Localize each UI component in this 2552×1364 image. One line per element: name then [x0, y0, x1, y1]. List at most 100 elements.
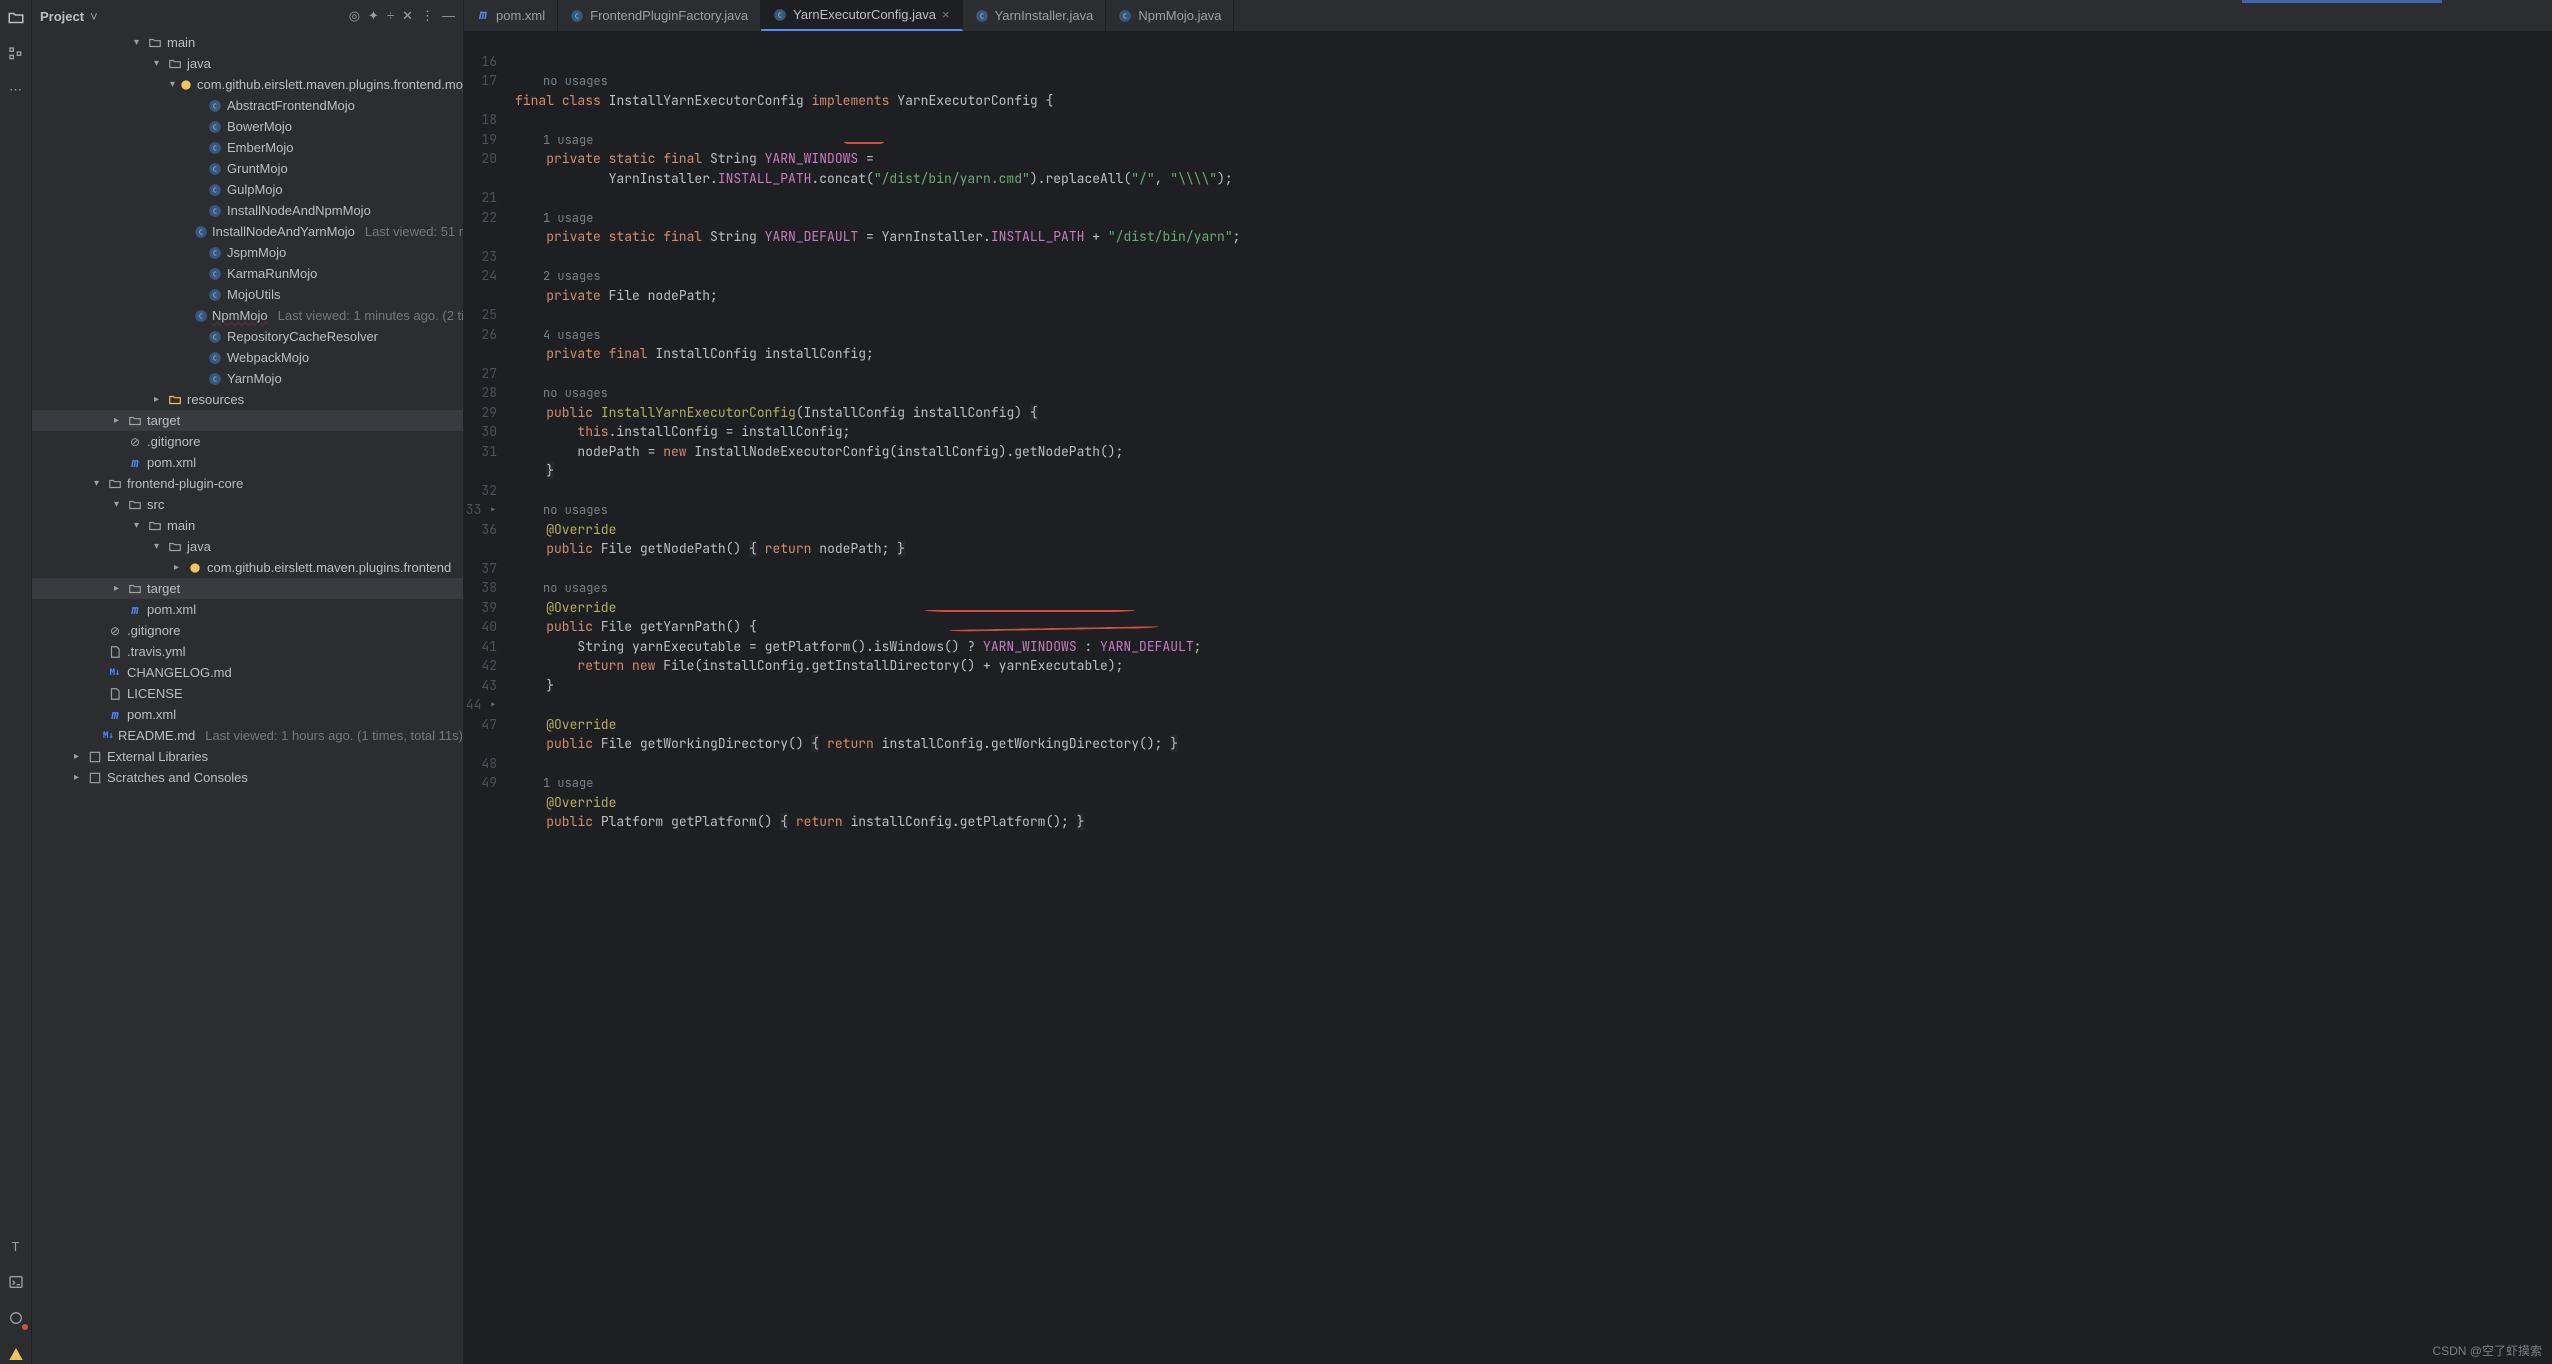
- tree-item[interactable]: CYarnMojo: [32, 368, 463, 389]
- tree-item-label: Scratches and Consoles: [107, 770, 248, 785]
- tree-item[interactable]: CNpmMojoLast viewed: 1 minutes ago. (2 t…: [32, 305, 463, 326]
- tree-item[interactable]: CInstallNodeAndYarnMojoLast viewed: 51 m…: [32, 221, 463, 242]
- hide-icon[interactable]: —: [442, 8, 455, 24]
- m-icon: m: [127, 602, 143, 618]
- text-tool-icon[interactable]: T: [6, 1236, 26, 1256]
- class-icon: C: [194, 224, 208, 240]
- usage-hint: 1 usage: [515, 210, 593, 226]
- tree-item[interactable]: mpom.xml: [32, 452, 463, 473]
- project-title[interactable]: Project: [40, 9, 84, 24]
- svg-text:C: C: [575, 12, 579, 20]
- project-chevron-icon[interactable]: ˅: [90, 9, 98, 24]
- tree-item[interactable]: ▾java: [32, 536, 463, 557]
- tree-item-label: .travis.yml: [127, 644, 186, 659]
- chevron-icon[interactable]: ▸: [70, 751, 83, 762]
- warning-tool-icon[interactable]: [6, 1344, 26, 1364]
- editor[interactable]: 161718192021222324252627282930313233 ▸36…: [464, 32, 2552, 1364]
- collapse-all-icon[interactable]: ÷: [387, 8, 394, 24]
- tree-item[interactable]: .travis.yml: [32, 641, 463, 662]
- folder-icon: [167, 392, 183, 408]
- tree-item[interactable]: CJspmMojo: [32, 242, 463, 263]
- tree-item[interactable]: ▸target: [32, 410, 463, 431]
- chevron-icon[interactable]: ▸: [110, 583, 123, 594]
- tree-item[interactable]: ⊘.gitignore: [32, 431, 463, 452]
- chevron-icon[interactable]: ▾: [170, 79, 175, 90]
- tree-item-label: GruntMojo: [227, 161, 288, 176]
- editor-tab[interactable]: mpom.xml: [464, 0, 558, 31]
- tree-item[interactable]: CInstallNodeAndNpmMojo: [32, 200, 463, 221]
- tree-item[interactable]: ▸ Scratches and Consoles: [32, 767, 463, 788]
- chevron-icon[interactable]: ▸: [110, 415, 123, 426]
- tree-item[interactable]: ▾main: [32, 515, 463, 536]
- tree-item-label: src: [147, 497, 164, 512]
- project-tree[interactable]: ▾main▾java▾com.github.eirslett.maven.plu…: [32, 32, 463, 1364]
- svg-text:C: C: [979, 12, 983, 20]
- folder-icon: [127, 497, 143, 513]
- tree-item[interactable]: ▾com.github.eirslett.maven.plugins.front…: [32, 74, 463, 95]
- chevron-icon[interactable]: ▸: [70, 772, 83, 783]
- tree-item[interactable]: CWebpackMojo: [32, 347, 463, 368]
- more-tool-icon[interactable]: ⋯: [6, 80, 26, 100]
- tree-item[interactable]: CRepositoryCacheResolver: [32, 326, 463, 347]
- project-tool-icon[interactable]: [6, 8, 26, 28]
- debug-tool-icon[interactable]: [6, 1308, 26, 1328]
- tree-item-label: MojoUtils: [227, 287, 280, 302]
- chevron-icon[interactable]: ▸: [170, 562, 183, 573]
- tree-item[interactable]: mpom.xml: [32, 704, 463, 725]
- tree-item[interactable]: ▾ main: [32, 32, 463, 53]
- svg-text:C: C: [213, 354, 217, 362]
- tree-item[interactable]: CEmberMojo: [32, 137, 463, 158]
- terminal-tool-icon[interactable]: [6, 1272, 26, 1292]
- close-tab-icon[interactable]: ×: [942, 7, 950, 22]
- tree-item[interactable]: ▾ src: [32, 494, 463, 515]
- tree-item[interactable]: ⊘.gitignore: [32, 620, 463, 641]
- tree-item[interactable]: ▸External Libraries: [32, 746, 463, 767]
- chevron-icon[interactable]: ▾: [150, 541, 163, 552]
- tree-item[interactable]: LICENSE: [32, 683, 463, 704]
- tree-item[interactable]: M↓README.mdLast viewed: 1 hours ago. (1 …: [32, 725, 463, 746]
- tree-item[interactable]: ▸target: [32, 578, 463, 599]
- tree-item[interactable]: C AbstractFrontendMojo: [32, 95, 463, 116]
- file-icon: C: [773, 8, 787, 22]
- editor-tab[interactable]: CNpmMojo.java: [1106, 0, 1234, 31]
- tree-item[interactable]: CGruntMojo: [32, 158, 463, 179]
- tree-item[interactable]: mpom.xml: [32, 599, 463, 620]
- chevron-icon[interactable]: ▸: [150, 394, 163, 405]
- usage-hint: no usages: [515, 385, 608, 401]
- svg-text:C: C: [213, 144, 217, 152]
- tree-item[interactable]: CBowerMojo: [32, 116, 463, 137]
- editor-tab[interactable]: C YarnExecutorConfig.java ×: [761, 0, 962, 31]
- tree-item[interactable]: M↓CHANGELOG.md: [32, 662, 463, 683]
- tree-item-label: RepositoryCacheResolver: [227, 329, 378, 344]
- tree-item-label: KarmaRunMojo: [227, 266, 317, 281]
- svg-text:C: C: [213, 102, 217, 110]
- tree-item[interactable]: C KarmaRunMojo: [32, 263, 463, 284]
- select-opened-icon[interactable]: ◎: [349, 8, 360, 24]
- tree-item[interactable]: ▾frontend-plugin-core: [32, 473, 463, 494]
- m-icon: m: [127, 455, 143, 471]
- tree-item[interactable]: CMojoUtils: [32, 284, 463, 305]
- tree-item-label: LICENSE: [127, 686, 183, 701]
- tree-item[interactable]: CGulpMojo: [32, 179, 463, 200]
- structure-tool-icon[interactable]: [6, 44, 26, 64]
- chevron-icon[interactable]: ▾: [150, 58, 163, 69]
- close-icon[interactable]: ✕: [402, 8, 413, 24]
- chevron-icon[interactable]: ▾: [130, 520, 143, 531]
- code-area[interactable]: no usagesfinal class InstallYarnExecutor…: [509, 32, 2552, 1364]
- editor-tab[interactable]: CFrontendPluginFactory.java: [558, 0, 761, 31]
- svg-text:C: C: [213, 270, 217, 278]
- tab-label: YarnExecutorConfig.java: [793, 7, 936, 22]
- tree-item-label: AbstractFrontendMojo: [227, 98, 355, 113]
- editor-tab[interactable]: CYarnInstaller.java: [963, 0, 1107, 31]
- expand-all-icon[interactable]: ✦: [368, 8, 379, 24]
- chevron-icon[interactable]: ▾: [110, 499, 123, 510]
- tree-item[interactable]: ▾java: [32, 53, 463, 74]
- chevron-icon[interactable]: ▾: [130, 37, 143, 48]
- tree-item[interactable]: ▸com.github.eirslett.maven.plugins.front…: [32, 557, 463, 578]
- tree-item-label: .gitignore: [127, 623, 180, 638]
- chevron-icon[interactable]: ▾: [90, 478, 103, 489]
- md-icon: M↓: [103, 728, 114, 744]
- tree-item-label: main: [167, 35, 195, 50]
- more-icon[interactable]: ⋮: [421, 8, 434, 24]
- tree-item[interactable]: ▸resources: [32, 389, 463, 410]
